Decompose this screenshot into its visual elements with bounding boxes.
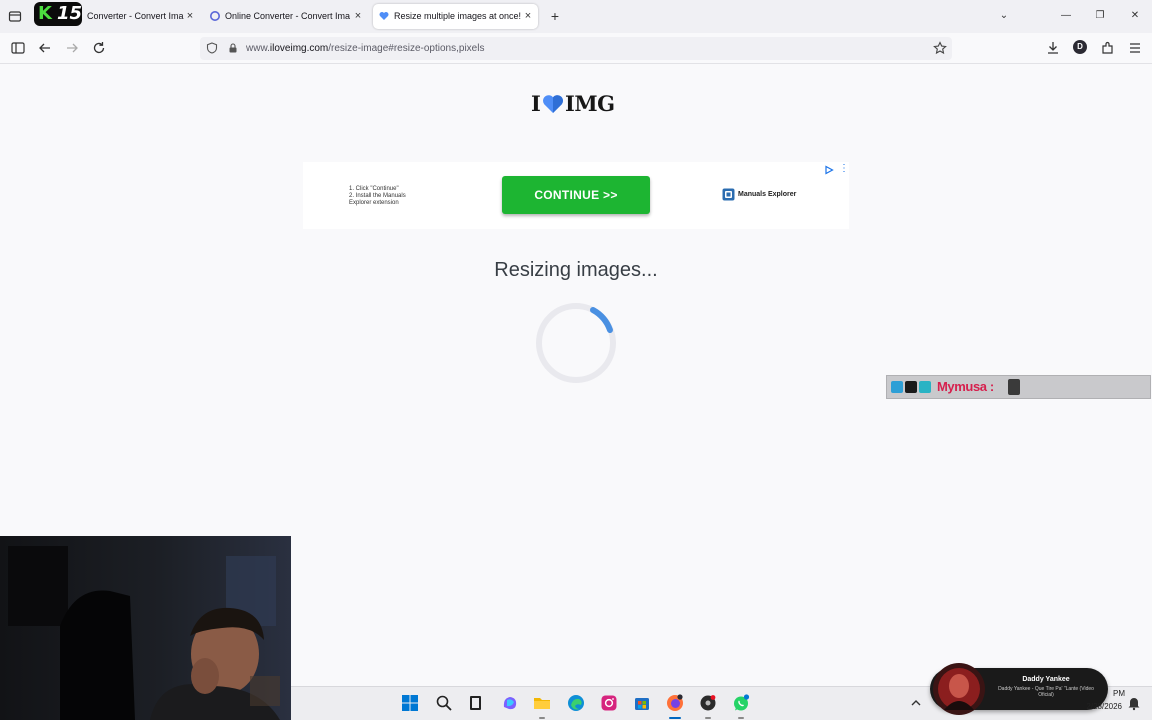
show-hidden-icons-chevron-icon[interactable] bbox=[907, 694, 925, 712]
tab-strip: Converter - Convert Ima × K 15 Online Co… bbox=[0, 0, 1152, 33]
ad-menu-icon[interactable]: ⋮ bbox=[839, 163, 849, 175]
url-text[interactable]: www.iloveimg.com/resize-image#resize-opt… bbox=[246, 37, 484, 60]
tab-title: Converter - Convert Ima bbox=[87, 11, 184, 21]
account-avatar[interactable]: D bbox=[1073, 40, 1087, 54]
instagram-icon[interactable] bbox=[600, 694, 618, 712]
whatsapp-icon[interactable] bbox=[732, 694, 750, 712]
forward-icon[interactable] bbox=[64, 40, 80, 56]
k15-overlay-badge: K 15 bbox=[34, 2, 82, 26]
taskbar-clock-time[interactable]: PM bbox=[1103, 689, 1125, 699]
mymusa-text: Mymusa : bbox=[937, 379, 994, 394]
tab-title: Online Converter - Convert Ima bbox=[225, 11, 351, 21]
tab-close-button[interactable]: × bbox=[522, 4, 534, 29]
reload-icon[interactable] bbox=[91, 40, 107, 56]
firefox-icon[interactable] bbox=[666, 694, 684, 712]
loading-spinner-icon bbox=[536, 303, 616, 383]
tab-close-button[interactable]: × bbox=[184, 4, 196, 29]
webcam-feed-image bbox=[0, 536, 291, 720]
extensions-icon[interactable] bbox=[1100, 40, 1116, 56]
app-menu-icon[interactable] bbox=[1127, 40, 1143, 56]
sidebar-icon[interactable] bbox=[10, 40, 26, 56]
list-all-tabs-button[interactable]: ⌄ bbox=[996, 8, 1012, 24]
album-art-image bbox=[933, 663, 985, 715]
microsoft-store-icon[interactable] bbox=[633, 694, 651, 712]
advertisement-banner[interactable]: 1. Click "Continue" 2. Install the Manua… bbox=[303, 162, 849, 229]
ad-choices-icon[interactable] bbox=[824, 165, 834, 175]
tab-resize-images[interactable]: Resize multiple images at once! × bbox=[373, 4, 538, 29]
taskbar-clock-date[interactable]: 2/28/2026 bbox=[1076, 702, 1122, 712]
overlay-figure-icon bbox=[1008, 379, 1020, 395]
url-prefix: www. bbox=[246, 43, 270, 54]
media-app-icon[interactable] bbox=[699, 694, 717, 712]
ad-step-2: 2. Install the Manuals bbox=[349, 193, 406, 199]
address-bar[interactable]: www.iloveimg.com/resize-image#resize-opt… bbox=[200, 37, 952, 60]
running-indicator bbox=[738, 717, 744, 719]
url-host: iloveimg.com bbox=[269, 43, 329, 54]
overlay-icon-2 bbox=[905, 381, 917, 393]
running-indicator bbox=[705, 717, 711, 719]
search-icon[interactable] bbox=[435, 694, 453, 712]
tracking-protection-shield-icon[interactable] bbox=[206, 42, 218, 54]
ad-continue-button[interactable]: CONTINUE >> bbox=[502, 176, 650, 214]
running-indicator bbox=[539, 717, 545, 719]
badge-letter: K bbox=[38, 3, 52, 24]
heart-icon bbox=[543, 95, 563, 113]
now-playing-artist: Daddy Yankee bbox=[1022, 676, 1070, 683]
tab-online-converter[interactable]: Online Converter - Convert Ima × bbox=[210, 4, 364, 29]
bookmark-star-icon[interactable] bbox=[933, 41, 947, 55]
navigation-toolbar: www.iloveimg.com/resize-image#resize-opt… bbox=[0, 33, 1152, 64]
ad-brand-name: Manuals Explorer bbox=[738, 191, 797, 198]
processing-status-heading: Resizing images... bbox=[494, 259, 658, 281]
iloveimg-logo[interactable]: I IMG bbox=[530, 91, 622, 117]
online-converter-favicon-icon bbox=[210, 11, 220, 21]
url-path: /resize-image#resize-options,pixels bbox=[328, 43, 485, 54]
copilot-icon[interactable] bbox=[501, 694, 519, 712]
back-icon[interactable] bbox=[37, 40, 53, 56]
ad-step-3: Explorer extension bbox=[349, 200, 399, 206]
tab-close-button[interactable]: × bbox=[352, 4, 364, 29]
lock-icon[interactable] bbox=[227, 42, 239, 54]
task-view-icon[interactable] bbox=[467, 694, 485, 712]
tab-converter[interactable]: Converter - Convert Ima × bbox=[72, 4, 196, 29]
file-explorer-icon[interactable] bbox=[533, 694, 551, 712]
badge-number: 15 bbox=[57, 3, 83, 24]
new-tab-button[interactable]: + bbox=[548, 8, 562, 24]
minimize-button[interactable]: — bbox=[1058, 8, 1074, 24]
iloveimg-favicon-icon bbox=[379, 12, 389, 20]
tab-list-icon[interactable] bbox=[8, 9, 22, 23]
ad-instructions: 1. Click "Continue" 2. Install the Manua… bbox=[349, 186, 406, 207]
ad-step-1: 1. Click "Continue" bbox=[349, 186, 399, 192]
downloads-icon[interactable] bbox=[1045, 40, 1061, 56]
logo-text-img: IMG bbox=[565, 91, 615, 116]
mymusa-overlay-banner: Mymusa : bbox=[886, 375, 1151, 399]
webcam-overlay bbox=[0, 536, 291, 720]
manuals-explorer-logo-icon bbox=[722, 188, 735, 201]
windows-start-icon[interactable] bbox=[401, 694, 419, 712]
notification-bell-icon[interactable] bbox=[1125, 694, 1143, 712]
logo-letter-i: I bbox=[531, 91, 541, 116]
edge-icon[interactable] bbox=[567, 694, 585, 712]
now-playing-track: Daddy Yankee - Que Tire Pa' "Lante (Vide… bbox=[998, 686, 1094, 698]
overlay-icon-3 bbox=[919, 381, 931, 393]
overlay-icon-1 bbox=[891, 381, 903, 393]
active-app-indicator bbox=[669, 717, 681, 719]
restore-button[interactable]: ❐ bbox=[1092, 8, 1108, 24]
tab-title: Resize multiple images at once! bbox=[394, 11, 522, 21]
close-window-button[interactable]: ✕ bbox=[1127, 8, 1143, 24]
